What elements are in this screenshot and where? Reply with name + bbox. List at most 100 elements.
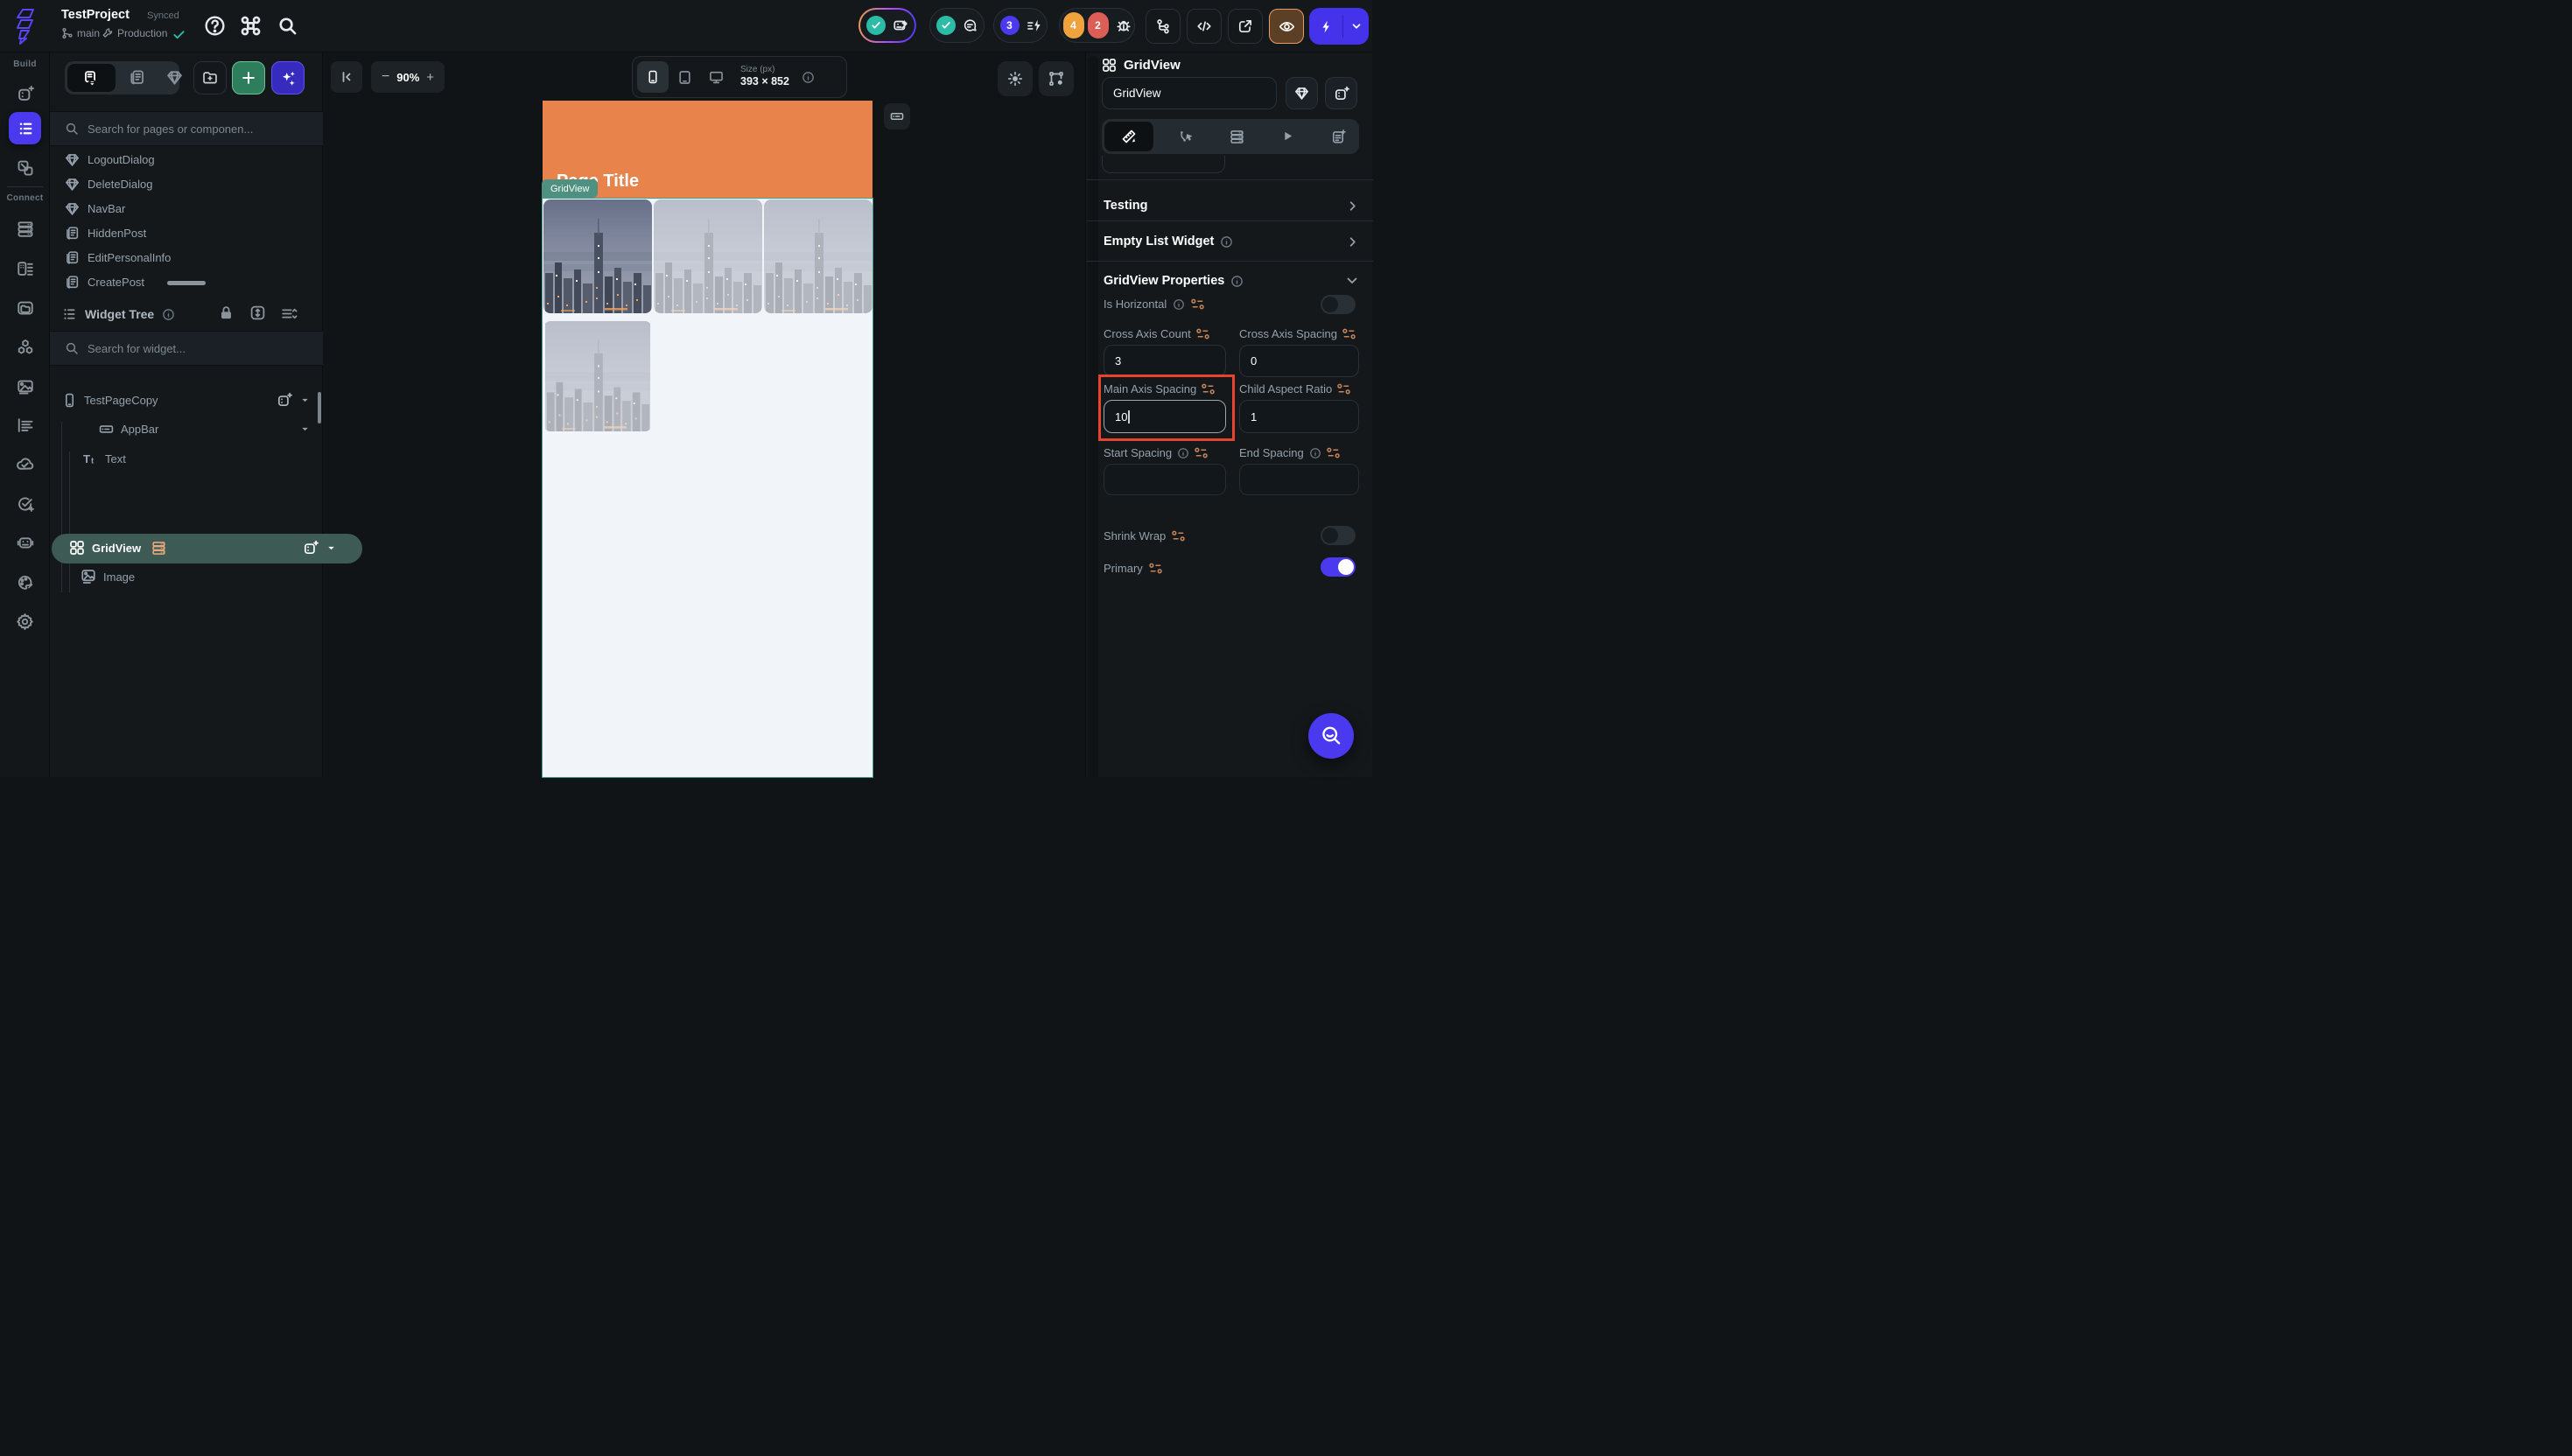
device-desktop-button[interactable] (700, 61, 732, 93)
ai-agent-status-pill[interactable] (859, 8, 916, 43)
tree-node-page[interactable]: TestPageCopy (62, 392, 321, 408)
segment-pages-and-components[interactable] (67, 64, 116, 92)
wrap-widget-button[interactable] (1325, 77, 1357, 109)
collapse-panel-button[interactable] (331, 61, 362, 93)
segment-pages[interactable] (129, 69, 145, 86)
rail-settings[interactable] (9, 606, 41, 638)
is-horizontal-toggle[interactable] (1321, 295, 1356, 314)
set-from-variable-icon[interactable] (1195, 328, 1209, 340)
grid-image-tile[interactable] (543, 321, 652, 431)
tree-scrollbar[interactable] (318, 392, 321, 424)
widget-name-input[interactable] (1113, 87, 1262, 100)
segment-components[interactable] (166, 69, 183, 86)
actions-status-pill[interactable]: 3 (993, 8, 1048, 43)
add-child-widget-icon[interactable] (303, 540, 319, 556)
add-page-button[interactable] (232, 61, 265, 94)
branch-selector[interactable]: main (61, 27, 100, 39)
chevron-down-icon[interactable] (299, 424, 311, 435)
run-options-button[interactable] (1343, 20, 1369, 32)
issues-status-pill[interactable]: 4 2 (1059, 8, 1135, 43)
list-item-component[interactable]: DeleteDialog (50, 172, 323, 196)
cross-axis-spacing-input[interactable]: 0 (1239, 345, 1359, 377)
zoom-out-button[interactable]: − (382, 69, 389, 85)
set-from-variable-icon[interactable] (1337, 383, 1350, 395)
design-canvas[interactable]: − 90% + Size (px) 393 × 852 Page Title G… (323, 52, 1085, 778)
expand-collapse-all-button[interactable] (249, 304, 266, 321)
set-from-variable-icon[interactable] (1172, 530, 1186, 542)
convert-to-component-button[interactable] (1286, 77, 1318, 109)
rail-storage[interactable] (9, 291, 41, 324)
flutterflow-logo[interactable] (14, 7, 39, 46)
appbar-widget-indicator[interactable] (884, 103, 910, 130)
inspector-scrollbar-track[interactable] (1088, 56, 1098, 777)
list-item-page[interactable]: EditPersonalInfo (50, 245, 323, 270)
rail-media-assets[interactable] (9, 370, 41, 402)
add-folder-button[interactable] (193, 61, 227, 94)
command-palette-button[interactable] (240, 15, 262, 37)
widget-search-input[interactable] (88, 341, 289, 355)
global-search-button[interactable] (277, 16, 298, 36)
end-spacing-input[interactable] (1239, 464, 1359, 495)
tree-node-text[interactable]: T t Text (83, 452, 126, 466)
device-phone-button[interactable] (637, 61, 669, 93)
set-from-variable-icon[interactable] (1191, 298, 1204, 310)
tab-properties[interactable] (1104, 122, 1153, 151)
main-axis-spacing-input[interactable]: 10 (1104, 400, 1226, 433)
lock-canvas-button[interactable] (218, 304, 235, 321)
rail-database[interactable] (9, 213, 41, 245)
pages-search-input[interactable] (88, 122, 289, 136)
tree-node-image[interactable]: Image (81, 569, 135, 584)
shrink-wrap-toggle[interactable] (1321, 526, 1356, 545)
set-from-variable-icon[interactable] (1326, 447, 1340, 458)
empty-list-section-row[interactable]: Empty List Widget (1104, 226, 1359, 257)
panel-resize-handle[interactable] (167, 281, 206, 285)
cross-axis-count-input[interactable]: 3 (1104, 345, 1226, 377)
primary-toggle[interactable] (1321, 557, 1356, 577)
add-child-widget-icon[interactable] (277, 392, 292, 408)
set-from-variable-icon[interactable] (1195, 447, 1208, 458)
child-aspect-ratio-input[interactable]: 1 (1239, 400, 1359, 433)
tree-node-appbar[interactable]: AppBar (99, 422, 321, 437)
gridview-selection-badge[interactable]: GridView (542, 179, 599, 198)
view-code-button[interactable] (1187, 9, 1222, 44)
phone-preview[interactable]: Page Title GridView (542, 101, 873, 778)
grid-image-tile[interactable] (764, 200, 873, 313)
branch-manager-button[interactable] (1146, 9, 1181, 44)
widget-name-field[interactable] (1102, 77, 1277, 109)
rail-deploy[interactable] (9, 448, 41, 480)
run-button[interactable] (1309, 19, 1342, 34)
rail-integrations[interactable] (9, 331, 41, 363)
chevron-down-icon[interactable] (299, 395, 311, 406)
rail-app-values[interactable] (9, 409, 41, 441)
set-from-variable-icon[interactable] (1342, 328, 1356, 340)
tree-node-gridview-selected[interactable]: GridView (52, 534, 362, 564)
share-export-button[interactable] (1228, 9, 1263, 44)
rail-tests[interactable] (9, 487, 41, 520)
gridview-properties-header[interactable]: GridView Properties (1104, 266, 1359, 296)
help-search-fab[interactable] (1308, 713, 1354, 759)
comments-status-pill[interactable] (929, 8, 985, 43)
testing-section-row[interactable]: Testing (1104, 191, 1359, 220)
theme-mode-button[interactable] (998, 61, 1033, 96)
device-tablet-button[interactable] (669, 61, 700, 93)
start-spacing-input[interactable] (1104, 464, 1226, 495)
list-item-component[interactable]: LogoutDialog (50, 147, 323, 172)
preview-button[interactable] (1269, 9, 1304, 44)
help-button[interactable] (204, 15, 226, 37)
tab-documentation[interactable] (1331, 130, 1346, 144)
rail-data-types[interactable] (9, 252, 41, 284)
grid-image-tile[interactable] (543, 200, 652, 313)
tab-actions[interactable] (1179, 130, 1194, 144)
rail-page-selector[interactable] (9, 112, 41, 144)
list-item-page[interactable]: HiddenPost (50, 220, 323, 245)
grid-image-tile[interactable] (654, 200, 762, 313)
rail-widget-palette[interactable] (9, 77, 41, 109)
tab-backend-query[interactable] (1230, 130, 1244, 144)
tree-options-button[interactable] (281, 305, 298, 322)
set-from-variable-icon[interactable] (1149, 563, 1162, 574)
zoom-in-button[interactable]: + (426, 70, 434, 85)
chevron-down-icon[interactable] (326, 542, 337, 554)
canvas-settings-button[interactable] (1039, 61, 1074, 96)
rail-theme[interactable] (9, 566, 41, 598)
environment-selector[interactable]: Production (102, 27, 167, 39)
